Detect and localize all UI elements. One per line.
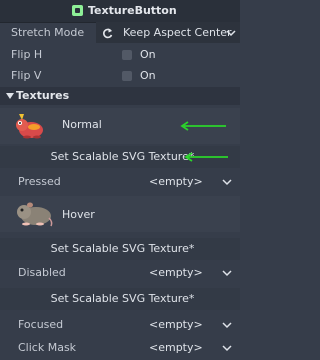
annotation-arrow <box>180 121 226 131</box>
red-creature-texture <box>16 114 43 139</box>
disabled-set-svg-label: Set Scalable SVG Texture* <box>50 292 195 305</box>
chevron-down-icon[interactable] <box>222 177 232 187</box>
flip-h-checkbox[interactable] <box>122 50 132 60</box>
gray-creature-texture <box>17 202 53 227</box>
stretch-mode-label: Stretch Mode <box>11 26 85 39</box>
focused-label: Focused <box>18 318 64 331</box>
focused-row: Focused <empty> <box>0 313 240 335</box>
pressed-label: Pressed <box>18 175 61 188</box>
node-type-title: TextureButton <box>88 4 177 17</box>
flip-v-value: On <box>140 69 156 82</box>
disabled-label: Disabled <box>18 266 66 279</box>
disabled-value[interactable]: <empty> <box>149 266 203 279</box>
flip-h-row: Flip H On <box>0 44 240 65</box>
annotation-arrow <box>184 152 228 162</box>
section-title: Textures <box>16 89 70 102</box>
hover-texture-slot[interactable]: Hover <box>0 196 240 232</box>
textures-section-header[interactable]: Textures <box>0 87 240 105</box>
normal-set-svg-label: Set Scalable SVG Texture* <box>50 150 195 163</box>
disabled-set-svg-button[interactable]: Set Scalable SVG Texture* <box>0 288 240 310</box>
click-mask-label: Click Mask <box>18 341 77 354</box>
pressed-row: Pressed <empty> <box>0 170 240 192</box>
disabled-row: Disabled <empty> <box>0 261 240 283</box>
flip-h-value: On <box>140 48 156 61</box>
hover-texture-label: Hover <box>62 208 95 221</box>
chevron-down-icon[interactable] <box>222 268 232 278</box>
revert-icon[interactable] <box>102 27 114 39</box>
flip-v-label: Flip V <box>11 69 42 82</box>
chevron-down-icon <box>226 30 236 37</box>
normal-texture-label: Normal <box>62 118 102 131</box>
collapse-arrow-icon <box>6 93 14 99</box>
flip-v-row: Flip V On <box>0 65 240 86</box>
focused-value[interactable]: <empty> <box>149 318 203 331</box>
hover-set-svg-button[interactable]: Set Scalable SVG Texture* <box>0 238 240 260</box>
flip-h-label: Flip H <box>11 48 43 61</box>
inspector-header: TextureButton <box>0 0 240 23</box>
pressed-value[interactable]: <empty> <box>149 175 203 188</box>
chevron-down-icon[interactable] <box>222 320 232 330</box>
stretch-mode-row: Stretch Mode Keep Aspect Center <box>0 22 240 43</box>
chevron-down-icon[interactable] <box>222 343 232 353</box>
click-mask-row: Click Mask <empty> <box>0 336 240 358</box>
hover-set-svg-label: Set Scalable SVG Texture* <box>50 242 195 255</box>
texture-button-icon <box>72 5 83 16</box>
click-mask-value[interactable]: <empty> <box>149 341 203 354</box>
stretch-mode-value: Keep Aspect Center <box>123 26 232 39</box>
flip-v-checkbox[interactable] <box>122 71 132 81</box>
